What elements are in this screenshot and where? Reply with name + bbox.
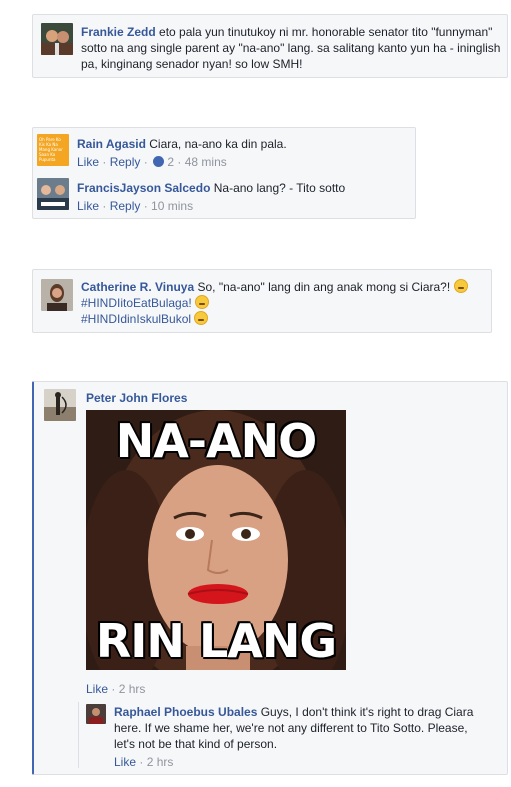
comment-actions: Like · 2 hrs — [86, 682, 146, 696]
comment-text: Na-ano lang? - Tito sotto — [213, 181, 346, 195]
comment-actions: Like · Reply · 2 · 48 mins — [77, 155, 227, 169]
comment-text: pa, kinginang senador nyan! so low SMH! — [81, 57, 303, 71]
angry-emoji-icon — [195, 295, 210, 309]
comment-author[interactable]: Raphael Phoebus Ubales — [114, 705, 257, 719]
avatar-frankie[interactable] — [41, 23, 73, 55]
comment-text: So, "na-ano" lang din ang anak mong si C… — [197, 280, 451, 294]
comment-text: Ciara, na-ano ka din pala. — [149, 137, 287, 151]
avatar-raphael[interactable] — [86, 704, 106, 724]
hashtag-link[interactable]: #HINDIitoEatBulaga! — [81, 296, 192, 310]
reply-link[interactable]: Reply — [110, 199, 141, 213]
comment-card-rain: Oh Pare Ko Kis Ka Na Mang Kanor Saan Ka … — [32, 127, 416, 219]
avatar-peter[interactable] — [44, 389, 76, 421]
comment-text: let's not be that kind of person. — [114, 737, 278, 751]
relieved-emoji-icon — [194, 311, 209, 325]
like-icon — [153, 156, 165, 167]
comment-actions: Like · Reply · 10 mins — [77, 199, 194, 213]
comment-author[interactable]: Rain Agasid — [77, 137, 146, 151]
like-link[interactable]: Like — [114, 755, 136, 769]
smirk-emoji-icon — [453, 279, 468, 293]
avatar-rain[interactable]: Oh Pare Ko Kis Ka Na Mang Kanor Saan Ka … — [37, 134, 69, 166]
timestamp[interactable]: 48 mins — [185, 155, 227, 169]
like-link[interactable]: Like — [77, 199, 99, 213]
comment-author[interactable]: FrancisJayson Salcedo — [77, 181, 210, 195]
reply-link[interactable]: Reply — [110, 155, 141, 169]
comment-actions: Like · 2 hrs — [114, 755, 174, 769]
comment-body: Rain Agasid Ciara, na-ano ka din pala. — [77, 136, 287, 152]
meme-top-text: NA-ANO — [115, 414, 317, 468]
avatar-francis[interactable] — [37, 178, 69, 210]
like-link[interactable]: Like — [77, 155, 99, 169]
meme-bottom-text: RIN LANG — [95, 614, 337, 668]
reaction-count[interactable]: 2 — [167, 155, 174, 169]
avatar-text: Pupunta — [39, 157, 56, 162]
comment-author[interactable]: Peter John Flores — [86, 391, 187, 405]
avatar-catherine[interactable] — [41, 279, 73, 311]
comment-author[interactable]: Catherine R. Vinuya — [81, 280, 194, 294]
timestamp[interactable]: 10 mins — [151, 199, 193, 213]
comment-card-peter: Peter John Flores NA-ANO RIN LANG Like ·… — [32, 381, 508, 775]
comment-card-catherine: Catherine R. Vinuya So, "na-ano" lang di… — [32, 269, 492, 333]
comment-text: sotto na ang single parent ay "na-ano" l… — [81, 41, 501, 55]
comment-text: Guys, I don't think it's right to drag C… — [260, 705, 474, 719]
meme-image[interactable]: NA-ANO RIN LANG — [86, 410, 346, 670]
comment-body: Raphael Phoebus Ubales Guys, I don't thi… — [114, 704, 504, 752]
timestamp[interactable]: 2 hrs — [147, 755, 174, 769]
comment-body: Peter John Flores — [86, 390, 187, 406]
comment-card-frankie: Frankie Zedd eto pala yun tinutukoy ni m… — [32, 14, 508, 78]
comment-text: eto pala yun tinutukoy ni mr. honorable … — [159, 25, 493, 39]
hashtag-link[interactable]: #HINDIdinIskulBukol — [81, 312, 191, 326]
reply-thread-line — [78, 702, 79, 768]
comment-body: FrancisJayson Salcedo Na-ano lang? - Tit… — [77, 180, 345, 196]
comment-body: Catherine R. Vinuya So, "na-ano" lang di… — [81, 279, 489, 327]
timestamp[interactable]: 2 hrs — [119, 682, 146, 696]
like-link[interactable]: Like — [86, 682, 108, 696]
comment-text: here. If we shame her, we're not any dif… — [114, 721, 468, 735]
comment-body: Frankie Zedd eto pala yun tinutukoy ni m… — [81, 24, 505, 72]
comment-author[interactable]: Frankie Zedd — [81, 25, 156, 39]
